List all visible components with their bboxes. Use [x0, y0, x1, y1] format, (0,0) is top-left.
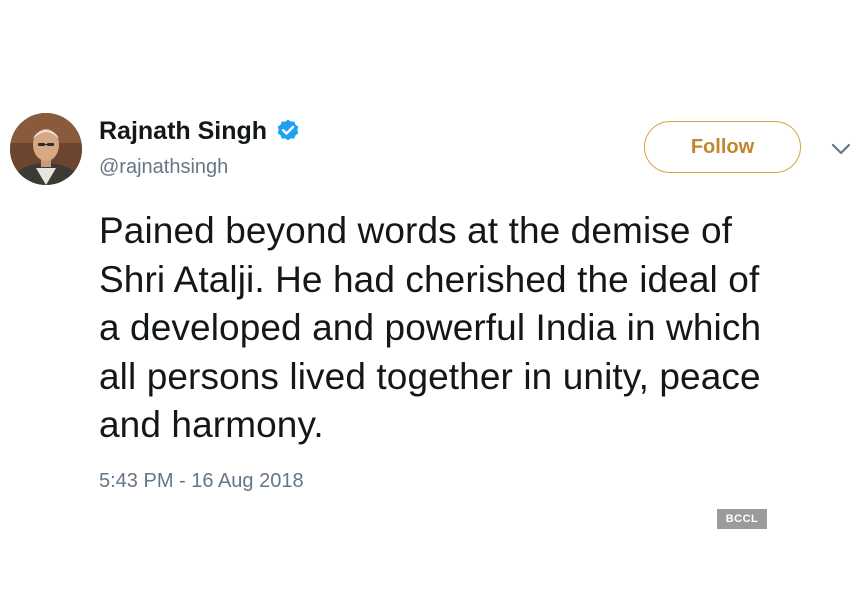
verified-badge-icon	[275, 118, 301, 144]
author-display-name[interactable]: Rajnath Singh	[99, 115, 267, 147]
watermark: BCCL	[717, 509, 767, 529]
chevron-down-icon[interactable]	[830, 138, 852, 160]
avatar[interactable]	[10, 113, 82, 185]
author-name-row: Rajnath Singh	[99, 115, 301, 147]
author-handle[interactable]: @rajnathsingh	[99, 155, 228, 179]
follow-button[interactable]: Follow	[644, 121, 801, 173]
tweet-timestamp[interactable]: 5:43 PM - 16 Aug 2018	[99, 469, 304, 493]
tweet-text: Pained beyond words at the demise of Shr…	[99, 210, 762, 445]
